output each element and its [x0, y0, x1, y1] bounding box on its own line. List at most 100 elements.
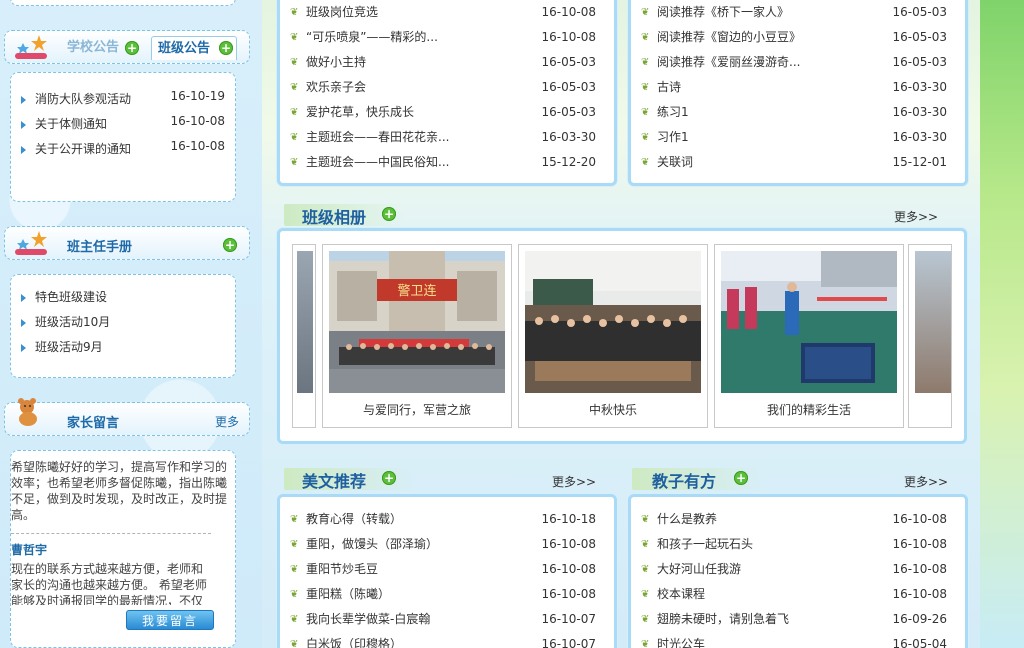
photo-card[interactable]: 中秋快乐 [518, 244, 708, 428]
essays-more-link[interactable]: 更多>> [552, 473, 596, 490]
photo-caption: 我们的精彩生活 [766, 403, 851, 417]
essays-plus-icon[interactable]: + [382, 471, 396, 485]
leaf-icon: ❦ [641, 589, 650, 600]
list-item[interactable]: ❦ 古诗 16-03-30 [631, 75, 965, 100]
left-top-box-remnant [10, 0, 236, 6]
list-item[interactable]: ❦ 阅读推荐《窗边的小豆豆》 16-05-03 [631, 25, 965, 50]
bullet-arrow-icon [21, 344, 26, 352]
list-item[interactable]: ❦ 重阳糕（陈曦） 16-10-08 [280, 582, 614, 607]
top-right-panel: ❦ 阅读推荐《桥下一家人》 16-05-03 ❦ 阅读推荐《窗边的小豆豆》 16-05-… [628, 0, 968, 186]
teddy-bear-icon [18, 398, 37, 426]
notice-header: 学校公告 + 班级公告 + [4, 30, 250, 64]
leaf-icon: ❦ [641, 514, 650, 525]
bullet-arrow-icon [21, 121, 26, 129]
leave-message-button[interactable]: 我要留言 [126, 610, 214, 630]
class-notice-plus-icon[interactable]: + [219, 41, 233, 55]
photo-card[interactable]: 警卫连 与爱同行，军营之旅 [322, 244, 512, 428]
right-decoration [980, 0, 1024, 648]
handbook-title: 班主任手册 [67, 240, 133, 255]
bullet-arrow-icon [21, 294, 26, 302]
teaching-list: ❦ 什么是教养 16-10-08 ❦ 和孩子一起玩石头 16-10-08 ❦ 大好河山任我… [631, 497, 965, 648]
list-item[interactable]: ❦ 班级岗位竞选 16-10-08 [280, 0, 614, 25]
handbook-header: 班主任手册 + [4, 226, 250, 260]
top-left-panel: ❦ 班级岗位竞选 16-10-08 ❦ “可乐喷泉”——精彩的... 16-10-08 … [277, 0, 617, 186]
list-item[interactable]: ❦ 阅读推荐《爱丽丝漫游奇... 16-05-03 [631, 50, 965, 75]
list-item[interactable]: ❦ 阅读推荐《桥下一家人》 16-05-03 [631, 0, 965, 25]
essays-panel: ❦ 教育心得（转载） 16-10-18 ❦ 重阳，做馒头（邵泽瑜） 16-10-08 ❦… [277, 494, 617, 648]
album-title: 班级相册 [302, 208, 367, 227]
handbook-plus-icon[interactable]: + [223, 238, 237, 252]
notice-box: 消防大队参观活动 16-10-19 关于体侧通知 16-10-08 关于公开课的通知… [10, 72, 236, 202]
class-news-list: ❦ 班级岗位竞选 16-10-08 ❦ “可乐喷泉”——精彩的... 16-10-08 … [280, 0, 614, 175]
bullet-arrow-icon [21, 319, 26, 327]
photo-banner-label: 警卫连 [397, 283, 436, 299]
list-item[interactable]: ❦ 大好河山任我游 16-10-08 [631, 557, 965, 582]
messages-more-link[interactable]: 更多 [215, 413, 239, 430]
leaf-icon: ❦ [290, 32, 299, 43]
list-item[interactable]: ❦ 校本课程 16-10-08 [631, 582, 965, 607]
list-item[interactable]: ❦ 主题班会——春田花花亲... 16-03-30 [280, 125, 614, 150]
leaf-icon: ❦ [290, 157, 299, 168]
leaf-icon: ❦ [290, 132, 299, 143]
list-item[interactable]: ❦ 教育心得（转载） 16-10-18 [280, 507, 614, 532]
photo-card[interactable]: 我们的精彩生活 [714, 244, 904, 428]
list-item[interactable]: ❦ 关联词 15-12-01 [631, 150, 965, 175]
photo-partial-image [915, 251, 951, 393]
tab-school-notice[interactable]: 学校公告 [61, 36, 125, 60]
list-item[interactable]: ❦ 重阳节炒毛豆 16-10-08 [280, 557, 614, 582]
photo-military-camp: 警卫连 [329, 251, 505, 393]
leaf-icon: ❦ [641, 539, 650, 550]
teaching-panel: ❦ 什么是教养 16-10-08 ❦ 和孩子一起玩石头 16-10-08 ❦ 大好河山任我… [628, 494, 968, 648]
photo-caption: 中秋快乐 [588, 403, 637, 417]
photo-our-life [721, 251, 897, 393]
stars-decoration-icon [15, 231, 47, 255]
leaf-icon: ❦ [290, 514, 299, 525]
photo-partial-image [297, 251, 313, 393]
leaf-icon: ❦ [641, 639, 650, 648]
list-item[interactable]: ❦ 白米饭（印穆格） 16-10-07 [280, 632, 614, 648]
list-item[interactable]: ❦ 时光公车 16-05-04 [631, 632, 965, 648]
leaf-icon: ❦ [290, 107, 299, 118]
stars-decoration-icon [15, 35, 47, 59]
photo-mid-autumn [525, 251, 701, 393]
list-item[interactable]: ❦ 什么是教养 16-10-08 [631, 507, 965, 532]
handbook-box: 特色班级建设 班级活动10月 班级活动9月 [10, 274, 236, 378]
teaching-plus-icon[interactable]: + [734, 471, 748, 485]
list-item[interactable]: ❦ 做好小主持 16-05-03 [280, 50, 614, 75]
list-item[interactable]: ❦ “可乐喷泉”——精彩的... 16-10-08 [280, 25, 614, 50]
message-author: 曹哲宇 [11, 543, 48, 557]
list-item[interactable]: ❦ 翅膀未硬时，请别急着飞 16-09-26 [631, 607, 965, 632]
list-item[interactable]: ❦ 爱护花草，快乐成长 16-05-03 [280, 100, 614, 125]
list-item[interactable]: 关于公开课的通知 16-10-08 [11, 137, 235, 162]
list-item[interactable]: 班级活动9月 [11, 335, 235, 360]
messages-header: 家长留言 更多 [4, 398, 250, 436]
leaf-icon: ❦ [290, 57, 299, 68]
list-item[interactable]: ❦ 重阳，做馒头（邵泽瑜） 16-10-08 [280, 532, 614, 557]
list-item[interactable]: ❦ 习作1 16-03-30 [631, 125, 965, 150]
list-item[interactable]: ❦ 和孩子一起玩石头 16-10-08 [631, 532, 965, 557]
leaf-icon: ❦ [290, 564, 299, 575]
leaf-icon: ❦ [641, 564, 650, 575]
leaf-icon: ❦ [641, 57, 650, 68]
list-item[interactable]: ❦ 练习1 16-03-30 [631, 100, 965, 125]
photo-card-partial[interactable] [292, 244, 316, 428]
list-item[interactable]: 班级活动10月 [11, 310, 235, 335]
message-text: 希望陈曦好好的学习，提高写作和学习的效率；也希望老师多督促陈曦，指出陈曦不足，做… [11, 460, 228, 522]
teaching-more-link[interactable]: 更多>> [904, 473, 948, 490]
photo-caption: 与爱同行，军营之旅 [362, 403, 471, 417]
list-item[interactable]: 特色班级建设 [11, 285, 235, 310]
essays-title: 美文推荐 [302, 472, 367, 491]
list-item[interactable]: ❦ 主题班会——中国民俗知... 15-12-20 [280, 150, 614, 175]
album-plus-icon[interactable]: + [382, 207, 396, 221]
leaf-icon: ❦ [641, 107, 650, 118]
list-item[interactable]: ❦ 我向长辈学做菜-白宸翰 16-10-07 [280, 607, 614, 632]
school-notice-plus-icon[interactable]: + [125, 41, 139, 55]
leaf-icon: ❦ [641, 132, 650, 143]
list-item[interactable]: ❦ 欢乐亲子会 16-05-03 [280, 75, 614, 100]
essays-list: ❦ 教育心得（转载） 16-10-18 ❦ 重阳，做馒头（邵泽瑜） 16-10-08 ❦… [280, 497, 614, 648]
photo-card-partial[interactable] [908, 244, 952, 428]
leaf-icon: ❦ [641, 82, 650, 93]
reading-list: ❦ 阅读推荐《桥下一家人》 16-05-03 ❦ 阅读推荐《窗边的小豆豆》 16-05-… [631, 0, 965, 175]
album-more-link[interactable]: 更多>> [894, 208, 938, 225]
leaf-icon: ❦ [290, 639, 299, 648]
